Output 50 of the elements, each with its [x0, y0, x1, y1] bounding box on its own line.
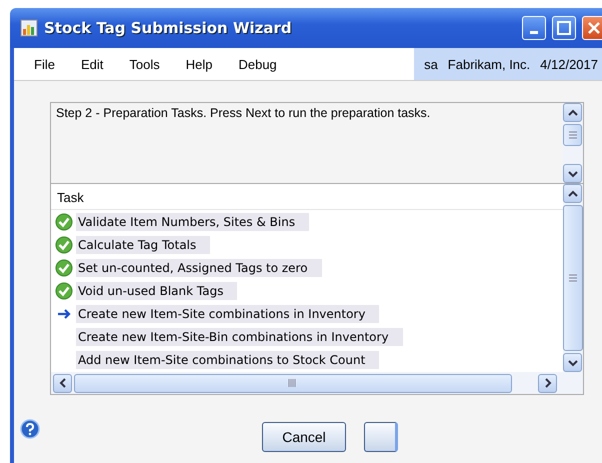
step-description: Step 2 - Preparation Tasks. Press Next to run the preparation tasks. — [55, 105, 432, 122]
menu-item[interactable]: Debug — [238, 56, 277, 72]
task-item[interactable]: Add new Item-Site combinations to Stock Count — [76, 350, 380, 368]
check-icon — [55, 236, 73, 254]
minimize-icon — [530, 30, 538, 34]
grip-icon — [568, 130, 576, 140]
chevron-up-icon — [568, 108, 578, 116]
chevron-left-icon — [58, 378, 66, 388]
close-icon — [587, 21, 601, 35]
scroll-down-button[interactable] — [563, 353, 582, 372]
scroll-right-button[interactable] — [538, 374, 557, 392]
close-button[interactable] — [582, 16, 602, 40]
maximize-icon — [557, 21, 571, 35]
check-icon — [55, 282, 73, 300]
task-item[interactable]: Create new Item-Site-Bin combinations in Inventory — [76, 328, 403, 346]
scroll-down-button[interactable] — [563, 164, 582, 183]
blank-button[interactable] — [364, 422, 398, 452]
scroll-thumb[interactable] — [563, 205, 583, 351]
user-name: sa — [424, 56, 438, 72]
task-item[interactable]: Set un-counted, Assigned Tags to zero — [76, 258, 322, 276]
menu-item[interactable]: Tools — [129, 56, 160, 72]
help-icon[interactable] — [20, 419, 40, 439]
scroll-left-button[interactable] — [53, 374, 72, 392]
chevron-down-icon — [568, 358, 578, 366]
scroll-up-button[interactable] — [563, 103, 582, 122]
user-date: 4/12/2017 — [540, 56, 598, 72]
scroll-up-button[interactable] — [563, 184, 582, 203]
minimize-button[interactable] — [522, 16, 546, 40]
company-name: Fabrikam, Inc. — [448, 56, 530, 72]
chevron-right-icon — [544, 378, 552, 388]
check-icon — [55, 212, 73, 230]
column-header: Task — [51, 184, 563, 210]
chevron-up-icon — [568, 190, 578, 198]
chevron-down-icon — [568, 170, 578, 178]
scroll-thumb[interactable] — [74, 374, 512, 392]
grip-icon — [288, 379, 298, 387]
menu-item[interactable]: Help — [186, 56, 212, 72]
scroll-thumb[interactable] — [563, 124, 582, 146]
grip-icon — [569, 273, 577, 283]
window-title: Stock Tag Submission Wizard — [44, 19, 293, 37]
task-item[interactable]: Calculate Tag Totals — [76, 236, 210, 254]
menu-item[interactable]: Edit — [80, 56, 104, 72]
chart-icon — [20, 19, 38, 37]
cancel-button[interactable]: Cancel — [262, 422, 346, 452]
maximize-button[interactable] — [552, 16, 576, 40]
task-item[interactable]: Validate Item Numbers, Sites & Bins — [76, 212, 310, 230]
task-item[interactable]: Create new Item-Site combinations in Inventory — [76, 304, 380, 322]
check-icon — [55, 258, 73, 276]
menu-item[interactable]: File — [34, 56, 55, 72]
task-item[interactable]: Void un-used Blank Tags — [76, 282, 238, 300]
